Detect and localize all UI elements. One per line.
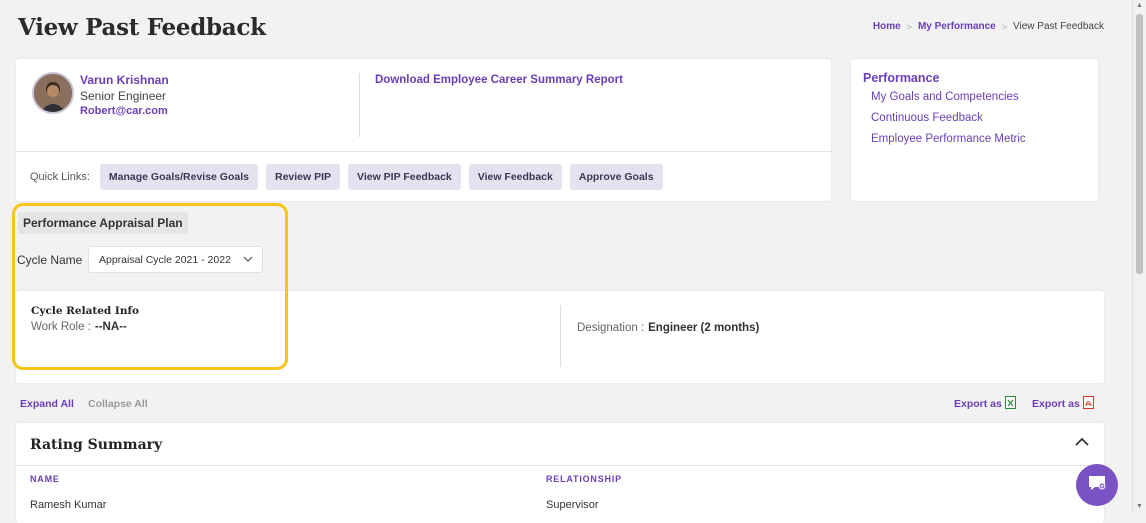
divider <box>16 151 831 152</box>
employee-profile-card: Varun Krishnan Senior Engineer Robert@ca… <box>16 59 831 201</box>
rating-summary-title: Rating Summary <box>30 437 163 453</box>
breadcrumb-separator-icon: > <box>906 21 912 32</box>
page-title: View Past Feedback <box>18 14 266 41</box>
avatar <box>32 72 74 114</box>
chevron-up-icon[interactable] <box>1074 435 1090 452</box>
scroll-down-icon[interactable]: ▼ <box>1136 503 1143 510</box>
table-cell-name: Ramesh Kumar <box>30 499 107 511</box>
designation: Designation : Engineer (2 months) <box>577 322 759 334</box>
work-role-label: Work Role : <box>31 321 91 333</box>
export-excel-button[interactable]: Export as <box>954 396 1016 412</box>
appraisal-plan-label: Performance Appraisal Plan <box>18 212 188 234</box>
view-feedback-button[interactable]: View Feedback <box>468 164 562 190</box>
cycle-name-select[interactable]: Appraisal Cycle 2021 - 2022 <box>88 246 263 273</box>
breadcrumb-home[interactable]: Home <box>873 21 901 32</box>
work-role-value: --NA-- <box>94 321 127 333</box>
continuous-feedback-link[interactable]: Continuous Feedback <box>871 112 983 124</box>
performance-menu-title: Performance <box>863 71 940 85</box>
divider <box>16 465 1104 466</box>
scroll-thumb[interactable] <box>1136 14 1143 274</box>
view-pip-feedback-button[interactable]: View PIP Feedback <box>348 164 461 190</box>
pdf-icon <box>1082 396 1094 412</box>
quick-links: Quick Links: Manage Goals/Revise Goals R… <box>30 164 663 190</box>
scroll-up-icon[interactable]: ▲ <box>1136 2 1143 9</box>
expand-all-link[interactable]: Expand All <box>20 398 74 410</box>
cycle-name-value: Appraisal Cycle 2021 - 2022 <box>99 253 231 266</box>
chat-icon <box>1087 474 1107 497</box>
designation-label: Designation : <box>577 322 645 334</box>
my-goals-link[interactable]: My Goals and Competencies <box>871 91 1019 103</box>
quick-links-label: Quick Links: <box>30 171 90 183</box>
breadcrumb: Home > My Performance > View Past Feedba… <box>873 21 1104 32</box>
vertical-scrollbar[interactable]: ▲ ▼ <box>1132 0 1146 513</box>
column-header-relationship: RELATIONSHIP <box>546 474 622 484</box>
export-pdf-button[interactable]: Export as <box>1032 396 1094 412</box>
excel-icon <box>1004 396 1016 412</box>
export-pdf-label: Export as <box>1032 398 1080 410</box>
employee-role: Senior Engineer <box>80 89 167 103</box>
breadcrumb-my-performance[interactable]: My Performance <box>918 21 996 32</box>
column-header-name: NAME <box>30 474 60 484</box>
designation-value: Engineer (2 months) <box>648 322 760 334</box>
cycle-info-card: Cycle Related Info Work Role : --NA-- Des… <box>16 291 1104 383</box>
cycle-info-title: Cycle Related Info <box>31 305 139 317</box>
chevron-down-icon <box>243 254 253 267</box>
table-cell-relationship: Supervisor <box>546 499 599 511</box>
review-pip-button[interactable]: Review PIP <box>265 164 341 190</box>
employee-name[interactable]: Varun Krishnan <box>80 73 169 87</box>
manage-goals-button[interactable]: Manage Goals/Revise Goals <box>99 164 258 190</box>
work-role: Work Role : --NA-- <box>31 321 127 333</box>
breadcrumb-current: View Past Feedback <box>1013 21 1104 32</box>
cycle-name-label: Cycle Name <box>17 253 83 267</box>
chat-button[interactable] <box>1076 464 1118 506</box>
download-career-summary-link[interactable]: Download Employee Career Summary Report <box>375 74 623 86</box>
breadcrumb-separator-icon: > <box>1001 21 1008 32</box>
rating-summary-card: Rating Summary NAME RELATIONSHIP Ramesh … <box>16 423 1104 523</box>
export-excel-label: Export as <box>954 398 1002 410</box>
collapse-all-link[interactable]: Collapse All <box>88 398 148 410</box>
employee-email[interactable]: Robert@car.com <box>80 105 168 117</box>
performance-menu-card: Performance My Goals and Competencies Co… <box>851 59 1098 201</box>
approve-goals-button[interactable]: Approve Goals <box>569 164 663 190</box>
performance-metric-link[interactable]: Employee Performance Metric <box>871 133 1026 145</box>
divider <box>560 305 561 367</box>
divider <box>359 73 360 137</box>
